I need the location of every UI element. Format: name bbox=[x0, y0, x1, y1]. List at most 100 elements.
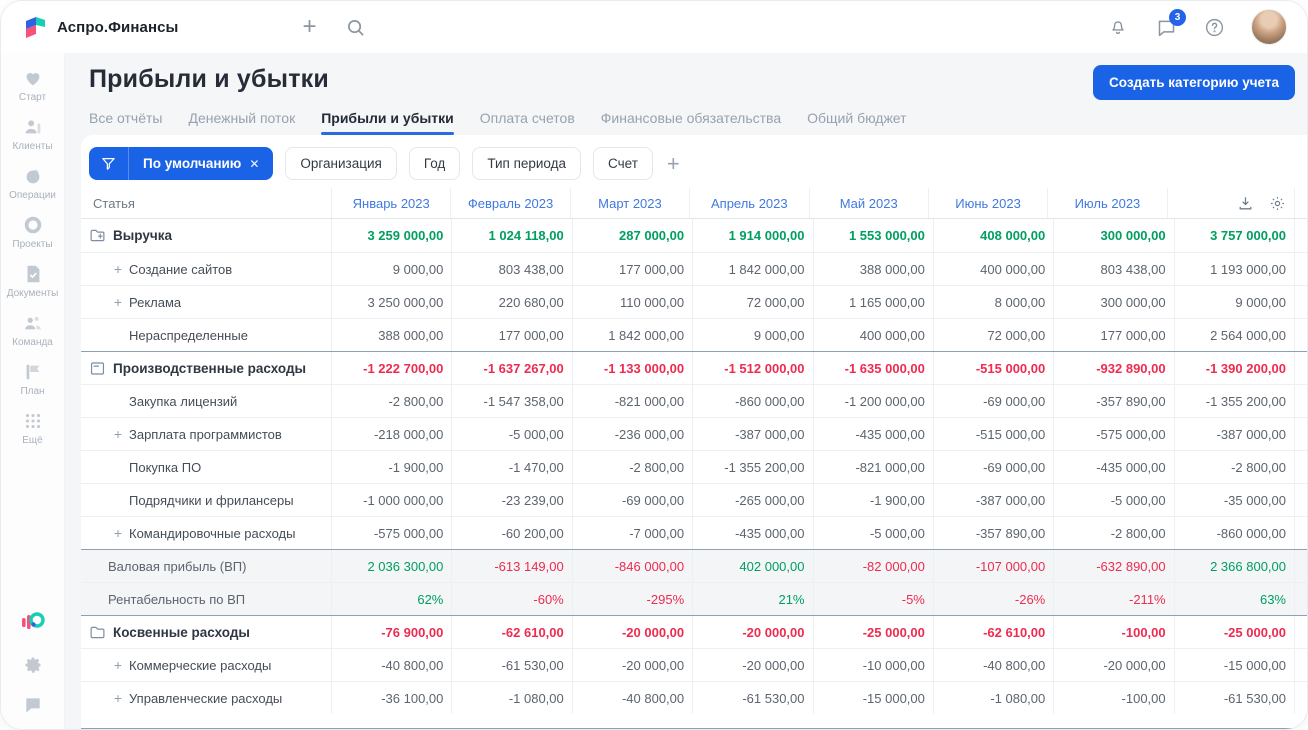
cell-value: -100,00 bbox=[1053, 682, 1173, 714]
row-stub bbox=[1294, 682, 1307, 714]
row-label: Закупка лицензий bbox=[129, 393, 238, 409]
cell-value: -1 547 358,00 bbox=[451, 385, 571, 417]
help-icon[interactable] bbox=[1203, 16, 1225, 38]
cell-value: -25 000,00 bbox=[1173, 616, 1294, 648]
tab-оплата-счетов[interactable]: Оплата счетов bbox=[480, 110, 575, 135]
settings-gear-icon[interactable] bbox=[1269, 195, 1286, 212]
report-tabs: Все отчёты Денежный поток Прибыли и убытки… bbox=[89, 110, 1295, 135]
table-row[interactable]: Производственные расходы -1 222 700,00 -1 … bbox=[81, 351, 1307, 384]
tab-все-отчёты[interactable]: Все отчёты bbox=[89, 110, 162, 135]
cell-value: -1 390 200,00 bbox=[1173, 352, 1294, 384]
cell-value: 72 000,00 bbox=[692, 286, 812, 318]
tab-финансовые-обязательства[interactable]: Финансовые обязательства bbox=[601, 110, 781, 135]
cell-value: -69 000,00 bbox=[932, 385, 1053, 417]
sidebar-item-8[interactable]: Ещё bbox=[1, 410, 64, 446]
table-row[interactable]: Подрядчики и фрилансеры -1 000 000,00 -23 … bbox=[81, 483, 1307, 516]
row-stub bbox=[1294, 583, 1307, 615]
cell-value: 9 000,00 bbox=[692, 319, 812, 351]
cell-value: -2 800,00 bbox=[571, 451, 692, 483]
cell-value: -20 000,00 bbox=[1053, 649, 1173, 681]
filter-chip[interactable]: Организация bbox=[285, 147, 397, 180]
filter-chip[interactable]: Тип периода bbox=[472, 147, 582, 180]
sidebar-item-label: Операции bbox=[9, 190, 56, 201]
column-header-month: Май 2023 bbox=[808, 188, 928, 218]
add-filter-icon[interactable]: + bbox=[667, 152, 680, 175]
chat-icon[interactable]: 3 bbox=[1155, 9, 1186, 38]
row-label: Управленческие расходы bbox=[129, 690, 283, 706]
expand-icon[interactable]: + bbox=[111, 525, 125, 541]
sidebar-item-5[interactable]: Документы bbox=[1, 263, 64, 299]
row-label: Покупка ПО bbox=[129, 459, 202, 475]
table-row[interactable]: Нераспределенные 388 000,00 177 000,00 1 84… bbox=[81, 318, 1307, 351]
filter-chip[interactable]: Счет bbox=[593, 147, 653, 180]
cell-value: -5 000,00 bbox=[451, 418, 571, 450]
expand-icon[interactable]: + bbox=[111, 426, 125, 442]
default-filter-button[interactable]: По умолчанию ✕ bbox=[89, 147, 274, 180]
tab-прибыли-и-убытки[interactable]: Прибыли и убытки bbox=[321, 110, 454, 135]
row-stub bbox=[1294, 319, 1307, 351]
table-body: Выручка 3 259 000,00 1 024 118,00 287 000,0… bbox=[81, 219, 1307, 729]
sidebar-item-4[interactable]: Проекты bbox=[1, 214, 64, 250]
cell-value: -1 900,00 bbox=[812, 484, 933, 516]
sidebar-item-2[interactable]: Клиенты bbox=[1, 116, 64, 152]
table-row[interactable]: + Реклама 3 250 000,00 220 680,00 110 000,00… bbox=[81, 285, 1307, 318]
row-stub bbox=[1294, 484, 1307, 516]
cell-value: -20 000,00 bbox=[692, 649, 812, 681]
expand-icon[interactable]: + bbox=[111, 690, 125, 706]
cell-value: -20 000,00 bbox=[571, 649, 692, 681]
table-row[interactable]: + Коммерческие расходы -40 800,00 -61 530,0… bbox=[81, 648, 1307, 681]
sidebar-item-3[interactable]: Операции bbox=[1, 165, 64, 201]
column-header-month: Апрель 2023 bbox=[689, 188, 808, 218]
expand-icon[interactable]: + bbox=[111, 261, 125, 277]
gear-icon[interactable] bbox=[23, 655, 43, 675]
main-content: Прибыли и убытки Создать категорию учета… bbox=[65, 53, 1307, 729]
feedback-icon[interactable] bbox=[23, 695, 43, 715]
row-stub bbox=[1294, 649, 1307, 681]
user-avatar[interactable] bbox=[1251, 9, 1287, 45]
cell-value: -10 000,00 bbox=[812, 649, 933, 681]
sidebar-item-1[interactable]: Старт bbox=[1, 67, 64, 103]
cell-value: 1 553 000,00 bbox=[812, 219, 933, 252]
start-icon bbox=[22, 67, 44, 89]
table-row[interactable]: + Управленческие расходы -36 100,00 -1 080,… bbox=[81, 681, 1307, 714]
table-row[interactable]: Закупка лицензий -2 800,00 -1 547 358,00 -8… bbox=[81, 384, 1307, 417]
row-label: Зарплата программистов bbox=[129, 426, 282, 442]
expand-icon[interactable]: + bbox=[111, 294, 125, 310]
row-label: Коммерческие расходы bbox=[129, 657, 272, 673]
table-row[interactable]: + Командировочные расходы -575 000,00 -60 2… bbox=[81, 516, 1307, 549]
row-label: Реклама bbox=[129, 294, 182, 310]
clear-filter-icon[interactable]: ✕ bbox=[249, 157, 259, 171]
cell-value: -575 000,00 bbox=[1053, 418, 1173, 450]
header-stub bbox=[1294, 188, 1307, 218]
cell-value: -61 530,00 bbox=[1173, 682, 1294, 714]
filter-funnel-icon[interactable] bbox=[89, 147, 129, 180]
row-label: Выручка bbox=[113, 228, 172, 243]
sidebar-item-6[interactable]: Команда bbox=[1, 312, 64, 348]
cell-value: -5 000,00 bbox=[1053, 484, 1173, 516]
add-icon[interactable]: + bbox=[298, 13, 320, 40]
table-row[interactable]: Косвенные расходы -76 900,00 -62 610,00 -20… bbox=[81, 615, 1307, 648]
cell-value: -632 890,00 bbox=[1053, 550, 1173, 582]
expand-icon[interactable]: + bbox=[111, 657, 125, 673]
table-row[interactable]: + Зарплата программистов -218 000,00 -5 000… bbox=[81, 417, 1307, 450]
tab-денежный-поток[interactable]: Денежный поток bbox=[188, 110, 295, 135]
sidebar-item-7[interactable]: План bbox=[1, 361, 64, 397]
table-row[interactable]: Выручка 3 259 000,00 1 024 118,00 287 000,0… bbox=[81, 219, 1307, 252]
more-grid-icon bbox=[22, 410, 44, 432]
cell-value: 402 000,00 bbox=[692, 550, 812, 582]
table-row[interactable]: Покупка ПО -1 900,00 -1 470,00 -2 800,00 -1 … bbox=[81, 450, 1307, 483]
brand-mini-logo[interactable] bbox=[20, 609, 46, 635]
create-category-button[interactable]: Создать категорию учета bbox=[1093, 65, 1295, 100]
sidebar-item-label: Документы bbox=[6, 288, 59, 299]
bell-icon[interactable] bbox=[1107, 16, 1129, 38]
cell-value: 300 000,00 bbox=[1053, 219, 1173, 252]
table-row[interactable]: + Создание сайтов 9 000,00 803 438,00 177 00… bbox=[81, 252, 1307, 285]
chat-badge: 3 bbox=[1169, 9, 1186, 26]
download-icon[interactable] bbox=[1237, 195, 1254, 212]
cell-value: -100,00 bbox=[1053, 616, 1173, 648]
search-icon[interactable] bbox=[344, 16, 366, 38]
tab-общий-бюджет[interactable]: Общий бюджет bbox=[807, 110, 906, 135]
filter-chip[interactable]: Год bbox=[408, 147, 461, 180]
cell-value: -2 800,00 bbox=[331, 385, 451, 417]
row-label: Рентабельность по ВП bbox=[108, 591, 246, 607]
